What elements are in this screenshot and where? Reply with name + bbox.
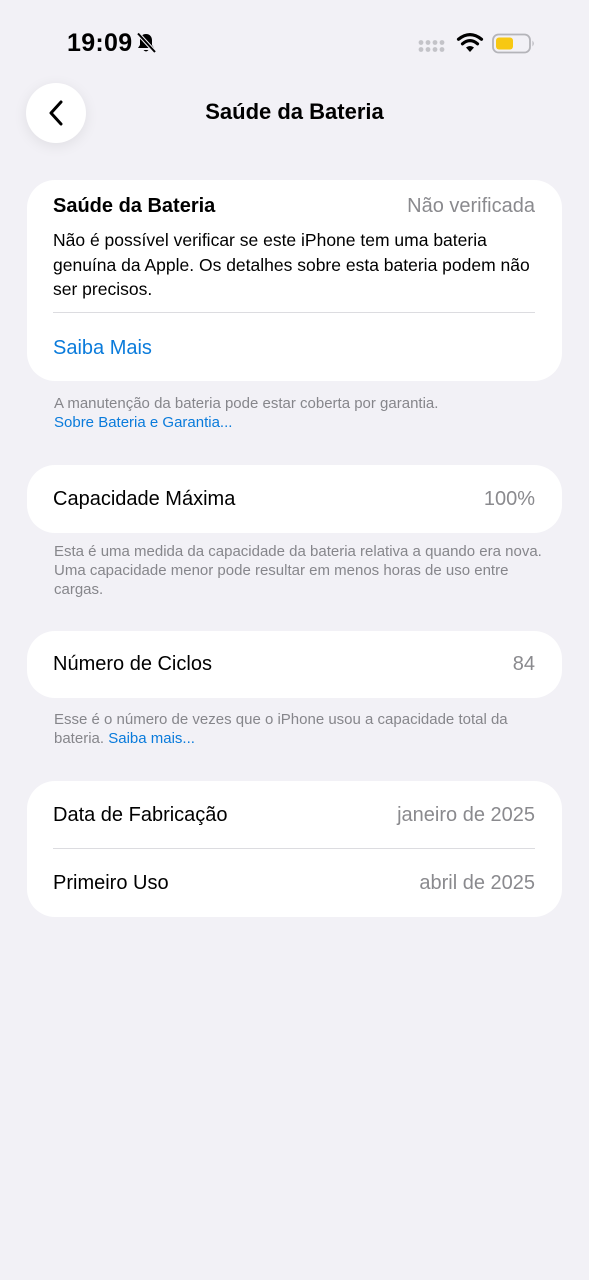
bell-slash-icon	[136, 32, 156, 54]
first-use-row: Primeiro Uso abril de 2025	[53, 849, 535, 917]
first-use-value: abril de 2025	[419, 871, 535, 894]
manufacture-date-label: Data de Fabricação	[53, 803, 228, 826]
battery-warranty-link[interactable]: Sobre Bateria e Garantia...	[54, 413, 554, 432]
dates-card: Data de Fabricação janeiro de 2025 Prime…	[27, 781, 562, 917]
cycle-count-row: Número de Ciclos 84	[53, 631, 535, 698]
warranty-note-text: A manutenção da bateria pode estar cober…	[54, 395, 439, 412]
divider	[53, 312, 535, 313]
manufacture-date-value: janeiro de 2025	[397, 803, 535, 826]
cellular-signal-icon	[418, 40, 445, 52]
warranty-note: A manutenção da bateria pode estar cober…	[54, 394, 554, 432]
page-title: Saúde da Bateria	[205, 99, 384, 124]
maximum-capacity-value: 100%	[483, 487, 535, 510]
learn-more-link[interactable]: Saiba Mais	[53, 337, 152, 360]
battery-health-screen: 19:09 Saúde da Bateria Saúde da Bateria …	[0, 0, 589, 1280]
maximum-capacity-label: Capacidade Máxima	[53, 487, 236, 510]
maximum-capacity-card: Capacidade Máxima 100%	[27, 465, 562, 533]
capacity-note: Esta é uma medida da capacidade da bater…	[54, 543, 542, 598]
cycle-count-label: Número de Ciclos	[53, 653, 212, 675]
battery-icon	[492, 33, 534, 54]
battery-health-status: Não verificada	[407, 195, 535, 217]
first-use-label: Primeiro Uso	[53, 871, 169, 894]
cycle-count-note: Esse é o número de vezes que o iPhone us…	[54, 710, 554, 748]
cycle-count-value: 84	[512, 653, 535, 675]
maximum-capacity-row: Capacidade Máxima 100%	[53, 465, 535, 533]
manufacture-date-row: Data de Fabricação janeiro de 2025	[53, 781, 535, 849]
battery-health-card: Saúde da Bateria Não verificada Não é po…	[27, 180, 562, 381]
cycle-count-learn-more-link[interactable]: Saiba mais...	[108, 730, 195, 747]
status-time: 19:09	[67, 29, 133, 57]
cycle-count-card: Número de Ciclos 84	[27, 631, 562, 698]
battery-health-title: Saúde da Bateria	[53, 195, 216, 217]
battery-health-description: Não é possível verificar se este iPhone …	[53, 230, 530, 299]
battery-health-header: Saúde da Bateria Não verificada	[53, 195, 535, 218]
wifi-icon	[456, 33, 484, 52]
